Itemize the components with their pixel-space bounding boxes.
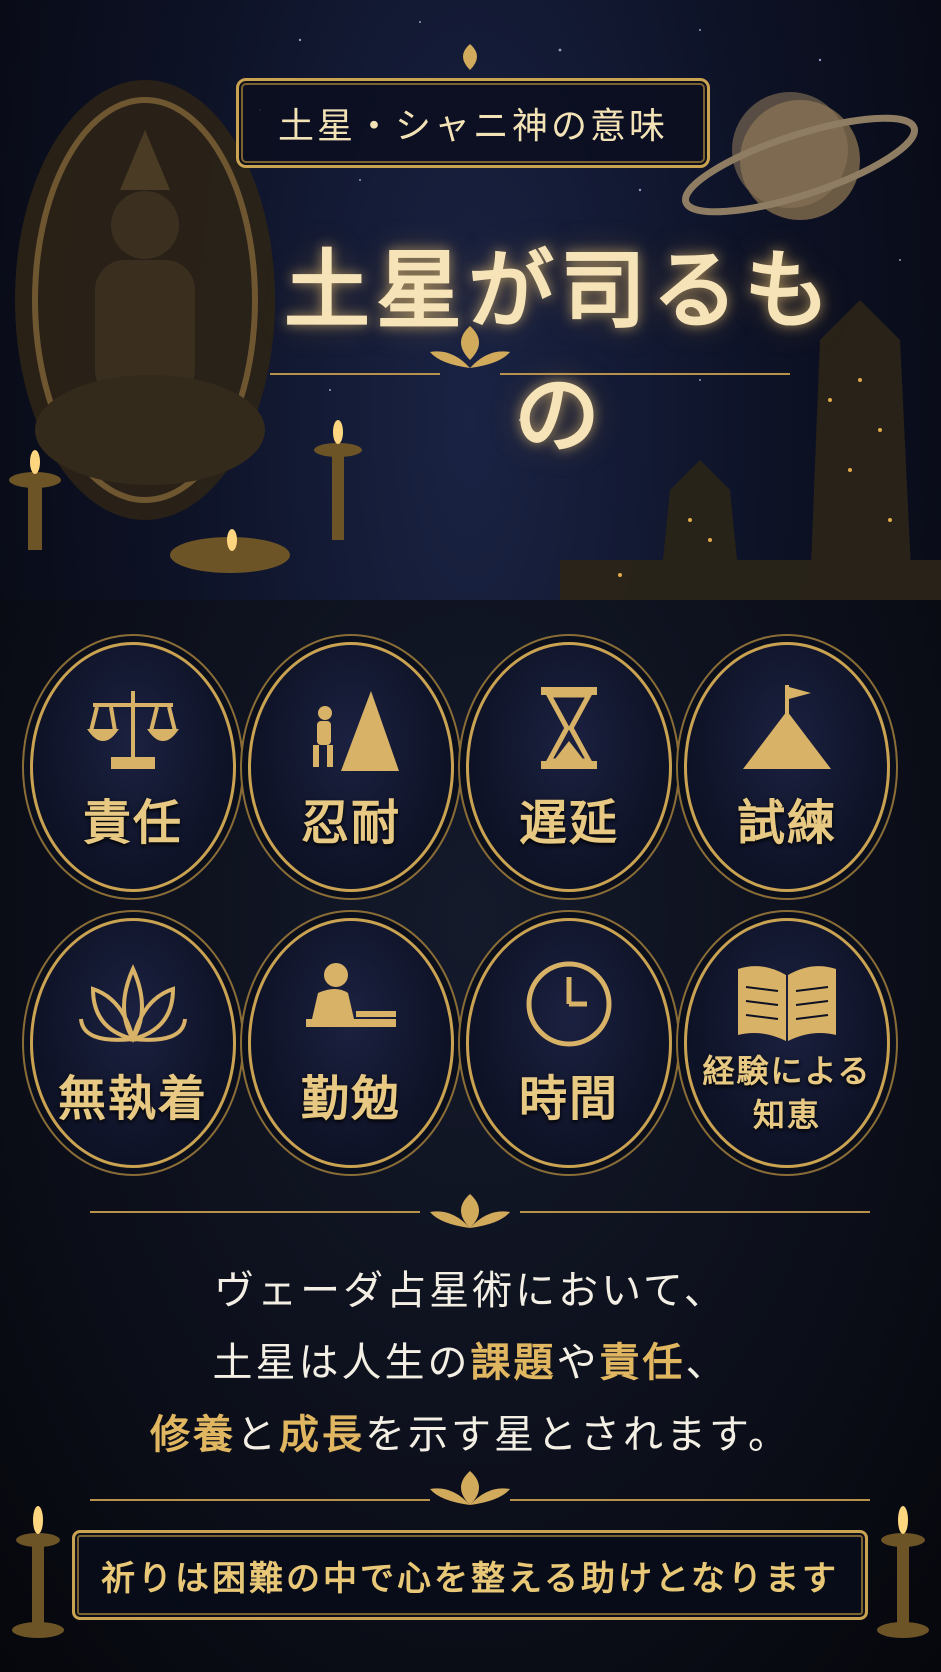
bottom-lamps — [12, 1506, 929, 1638]
